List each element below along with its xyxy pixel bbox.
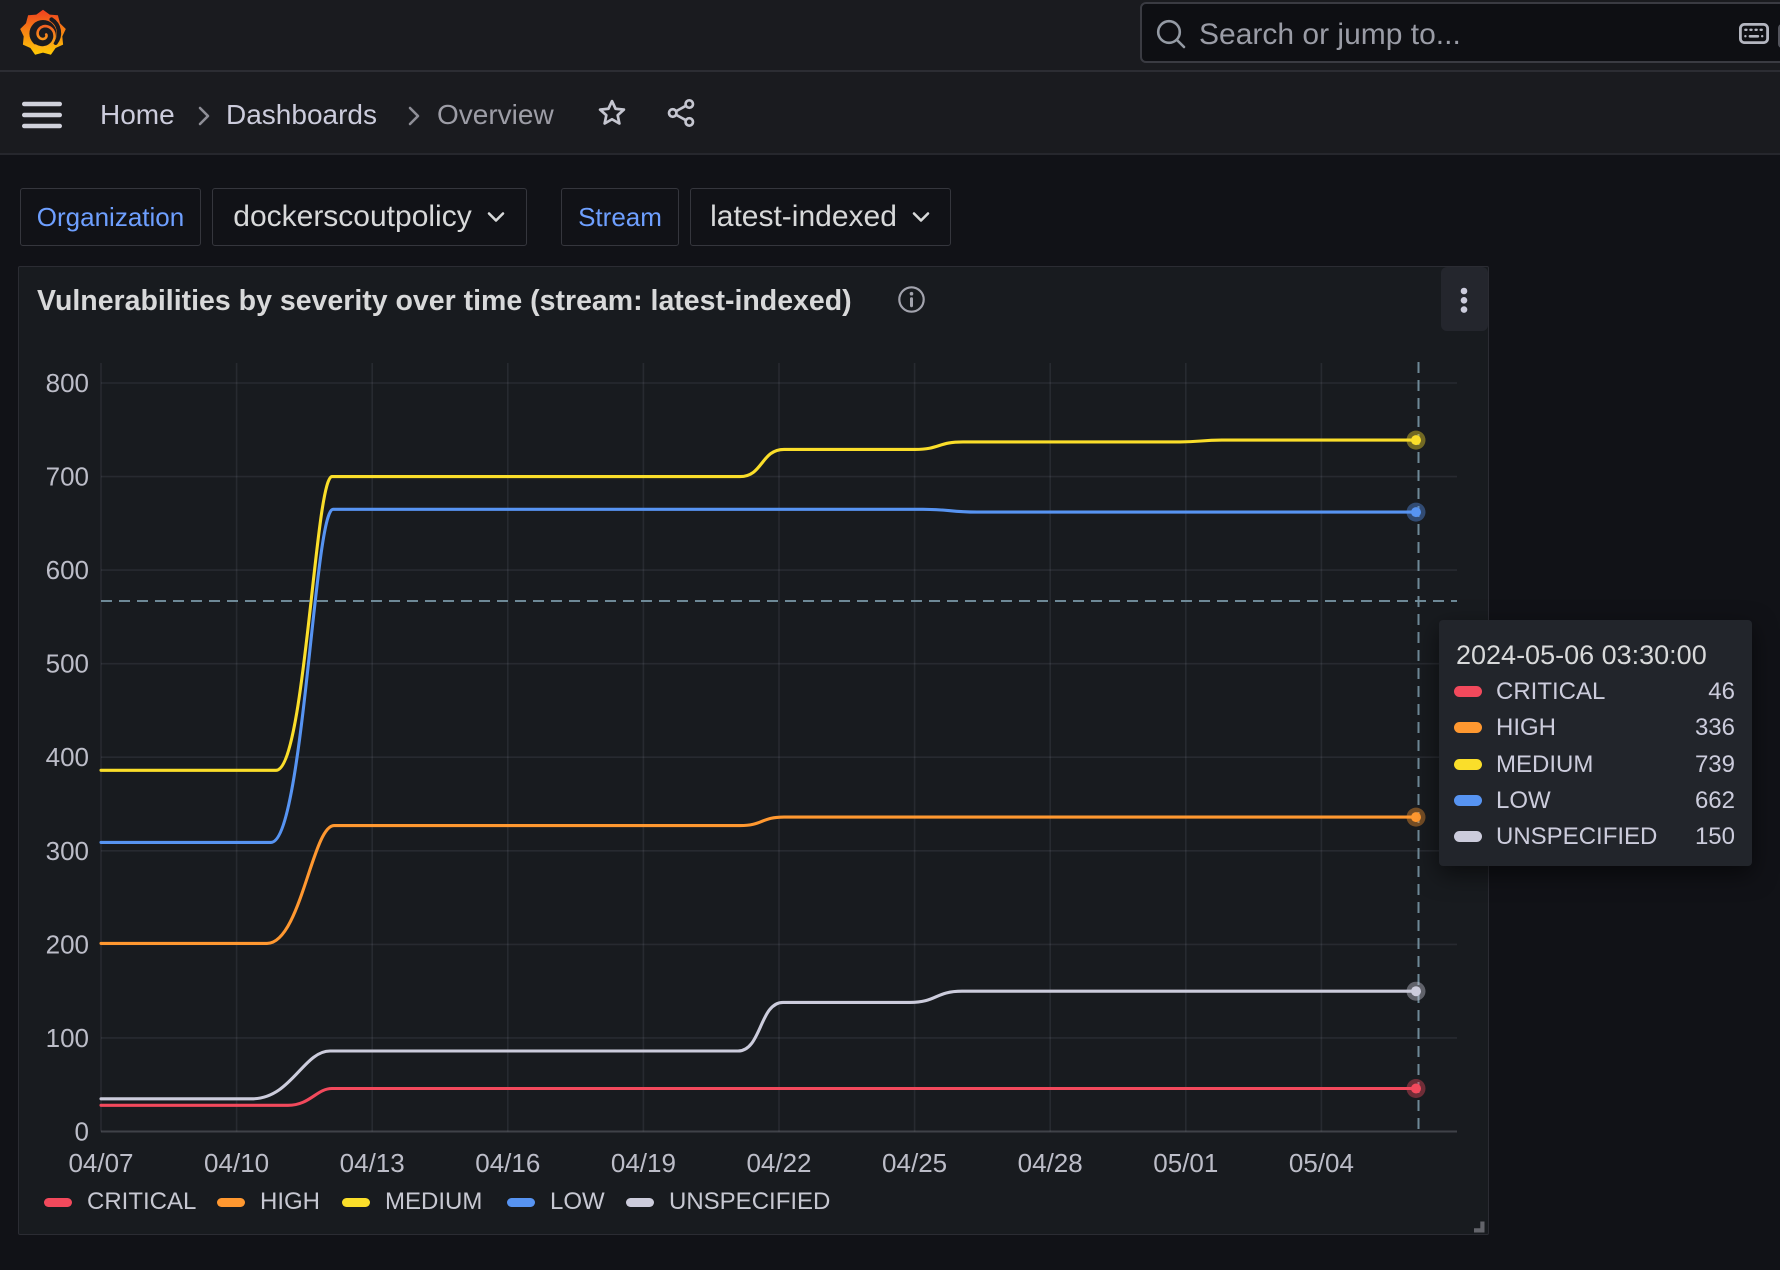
svg-text:04/19: 04/19 bbox=[611, 1148, 676, 1178]
svg-text:04/22: 04/22 bbox=[746, 1148, 811, 1178]
svg-text:05/04: 05/04 bbox=[1289, 1148, 1354, 1178]
svg-text:100: 100 bbox=[46, 1023, 89, 1053]
svg-text:04/25: 04/25 bbox=[882, 1148, 947, 1178]
svg-text:600: 600 bbox=[46, 555, 89, 585]
svg-text:700: 700 bbox=[46, 462, 89, 492]
svg-text:400: 400 bbox=[46, 742, 89, 772]
svg-text:05/01: 05/01 bbox=[1153, 1148, 1218, 1178]
svg-text:04/10: 04/10 bbox=[204, 1148, 269, 1178]
svg-text:500: 500 bbox=[46, 649, 89, 679]
svg-text:04/16: 04/16 bbox=[475, 1148, 540, 1178]
svg-text:200: 200 bbox=[46, 929, 89, 959]
svg-text:04/13: 04/13 bbox=[340, 1148, 405, 1178]
svg-text:04/28: 04/28 bbox=[1018, 1148, 1083, 1178]
svg-text:800: 800 bbox=[46, 368, 89, 398]
svg-text:0: 0 bbox=[75, 1117, 89, 1147]
svg-text:04/07: 04/07 bbox=[68, 1148, 133, 1178]
svg-text:300: 300 bbox=[46, 836, 89, 866]
